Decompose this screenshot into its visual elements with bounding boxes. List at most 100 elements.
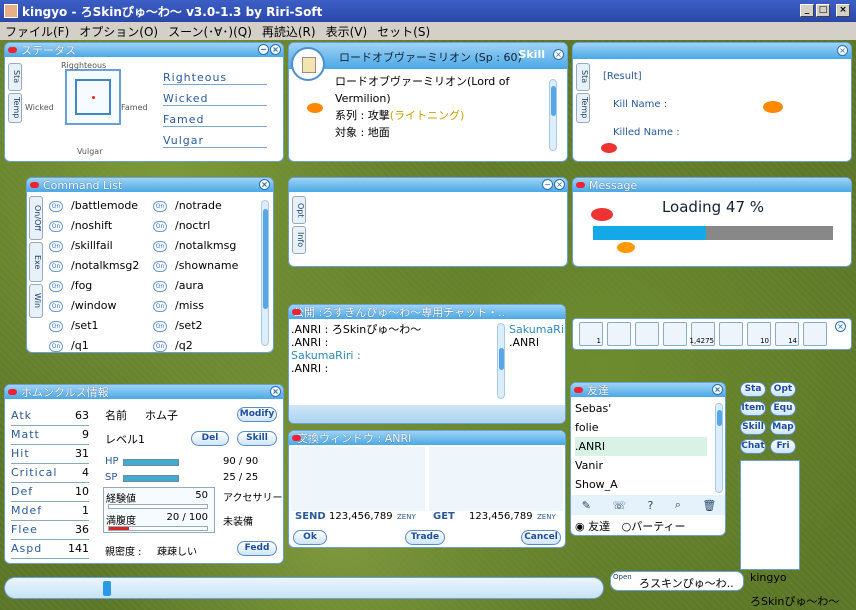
menu-reload[interactable]: 再読込(R): [257, 23, 321, 40]
friend-item[interactable]: Show_A: [575, 475, 707, 494]
toggle-fog[interactable]: On: [49, 280, 63, 292]
radio-party[interactable]: ○: [622, 520, 632, 533]
inv-slot-2[interactable]: [607, 322, 631, 346]
tab-opt[interactable]: Opt: [292, 196, 306, 224]
minimize-button[interactable]: _: [800, 4, 814, 17]
whisper-icon[interactable]: ☏: [612, 499, 626, 512]
close-icon[interactable]: ×: [270, 386, 281, 397]
cmd-q1[interactable]: /q1: [71, 339, 89, 352]
slider-thumb[interactable]: [103, 581, 111, 596]
inv-slot-3[interactable]: [635, 322, 659, 346]
menu-option[interactable]: オプション(O): [74, 23, 163, 40]
toggle-miss[interactable]: On: [153, 300, 167, 312]
skill-scrollbar[interactable]: [549, 79, 557, 151]
menu-opt-button[interactable]: Opt: [770, 382, 796, 397]
menu-soon[interactable]: スーン(･∀･)(Q): [163, 23, 257, 40]
inv-slot-6[interactable]: [719, 322, 743, 346]
close-icon[interactable]: ×: [712, 384, 723, 395]
trade-my-items[interactable]: [291, 447, 425, 511]
toggle-set2[interactable]: On: [153, 320, 167, 332]
link-wicked[interactable]: Wicked: [163, 92, 267, 106]
close-icon[interactable]: ×: [554, 179, 565, 190]
toggle-showname[interactable]: On: [153, 260, 167, 272]
tab-onoff[interactable]: On/Off: [29, 196, 43, 240]
friend-item-selected[interactable]: .ANRI: [575, 437, 707, 456]
tab-info[interactable]: Info: [292, 226, 306, 254]
toggle-battlemode[interactable]: On: [49, 200, 63, 212]
menu-map-button[interactable]: Map: [770, 420, 796, 435]
tab-temp[interactable]: Temp: [8, 93, 22, 123]
del-button[interactable]: Del: [191, 431, 229, 446]
friend-item[interactable]: Sebas': [575, 399, 707, 418]
menu-file[interactable]: ファイル(F): [0, 23, 74, 40]
close-icon[interactable]: ×: [553, 49, 564, 60]
friend-item[interactable]: Vanir: [575, 456, 707, 475]
chat-header[interactable]: 公開 :ろすきんぴゅ～わ～専用チャット・..: [289, 305, 565, 319]
tab-win[interactable]: Win: [29, 284, 43, 318]
participant[interactable]: SakumaRiri: [509, 323, 565, 336]
cmd-notalkmsg2[interactable]: /notalkmsg2: [71, 259, 139, 272]
minimize-icon[interactable]: −: [542, 179, 553, 190]
toggle-q1[interactable]: On: [49, 340, 63, 352]
chat-scrollbar[interactable]: [497, 323, 505, 399]
toggle-noctrl[interactable]: On: [153, 220, 167, 232]
chat-input[interactable]: [289, 405, 565, 423]
skill-button[interactable]: Skill: [237, 431, 277, 446]
toggle-notrade[interactable]: On: [153, 200, 167, 212]
message-header[interactable]: Message: [573, 178, 851, 192]
tab-sta[interactable]: Sta: [576, 63, 590, 91]
toggle-window[interactable]: On: [49, 300, 63, 312]
cmd-q2[interactable]: /q2: [175, 339, 193, 352]
close-icon[interactable]: ×: [259, 179, 270, 190]
info-window-header[interactable]: − ×: [289, 178, 567, 192]
cmd-aura[interactable]: /aura: [175, 279, 204, 292]
close-icon[interactable]: ×: [835, 321, 846, 332]
toggle-set1[interactable]: On: [49, 320, 63, 332]
add-friend-icon[interactable]: ✎: [582, 499, 591, 512]
cmd-skillfail[interactable]: /skillfail: [71, 239, 113, 252]
menu-view[interactable]: 表示(V): [321, 23, 373, 40]
cmd-fog[interactable]: /fog: [71, 279, 92, 292]
cmd-battlemode[interactable]: /battlemode: [71, 199, 138, 212]
toggle-aura[interactable]: On: [153, 280, 167, 292]
menu-skill-button[interactable]: Skill: [740, 420, 766, 435]
feed-button[interactable]: Fedd: [237, 541, 277, 556]
menu-equ-button[interactable]: Equ: [770, 401, 796, 416]
trash-icon[interactable]: 🗑: [702, 499, 716, 512]
command-scrollbar[interactable]: [261, 200, 269, 346]
cmd-noshift[interactable]: /noshift: [71, 219, 112, 232]
cmd-notalkmsg[interactable]: /notalkmsg: [175, 239, 236, 252]
toggle-q2[interactable]: On: [153, 340, 167, 352]
friend-item[interactable]: folie: [575, 418, 707, 437]
participant[interactable]: .ANRI: [509, 336, 565, 349]
toggle-noshift[interactable]: On: [49, 220, 63, 232]
link-famed[interactable]: Famed: [163, 113, 267, 127]
close-button[interactable]: ×: [836, 4, 850, 17]
menu-item-button[interactable]: Item: [740, 401, 766, 416]
cmd-window[interactable]: /window: [71, 299, 116, 312]
inv-slot-5[interactable]: 1,4275: [690, 322, 715, 346]
inv-slot-9[interactable]: [803, 322, 827, 346]
homunculus-header[interactable]: ホムンクルス情報 ×: [5, 385, 283, 399]
friends-header[interactable]: 友達 ×: [571, 383, 725, 397]
friends-scrollbar[interactable]: [715, 403, 723, 493]
cmd-miss[interactable]: /miss: [175, 299, 204, 312]
command-list-header[interactable]: Command List ×: [27, 178, 273, 192]
inv-slot-1[interactable]: 1: [579, 322, 603, 346]
help-icon[interactable]: ?: [648, 499, 654, 512]
modify-button[interactable]: Modify: [237, 407, 277, 422]
ok-button[interactable]: Ok: [293, 530, 327, 545]
cmd-showname[interactable]: /showname: [175, 259, 238, 272]
cmd-set2[interactable]: /set2: [175, 319, 203, 332]
inv-slot-8[interactable]: 14: [775, 322, 799, 346]
maximize-button[interactable]: □: [816, 4, 830, 17]
menu-chat-button[interactable]: Chat: [740, 439, 766, 454]
search-icon[interactable]: ⌕: [675, 498, 681, 512]
close-icon[interactable]: ×: [837, 45, 848, 56]
menu-set[interactable]: セット(S): [372, 23, 435, 40]
trade-header[interactable]: 交換ウィンドウ : ANRI: [289, 431, 565, 445]
radio-friends[interactable]: ◉: [575, 520, 585, 533]
trade-button[interactable]: Trade: [405, 530, 445, 545]
trade-their-items[interactable]: [429, 447, 563, 511]
status-window-header[interactable]: ステータス − ×: [5, 43, 283, 57]
